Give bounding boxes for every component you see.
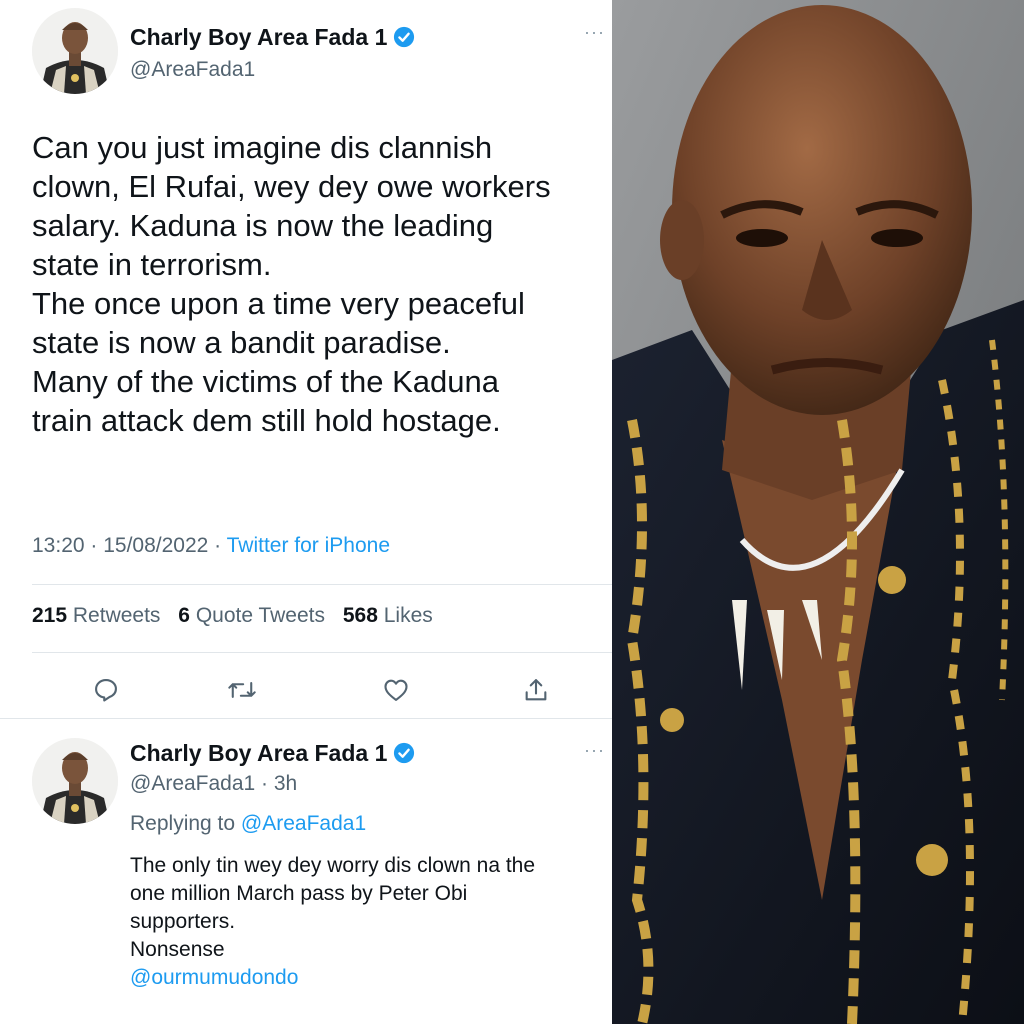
divider: [0, 718, 612, 719]
share-button[interactable]: [516, 670, 556, 710]
divider: [32, 652, 612, 653]
reply-author-avatar[interactable]: [32, 738, 118, 824]
reply-text-line: supporters.: [130, 910, 236, 933]
reply-text-line: The only tin wey dey worry dis clown na …: [130, 854, 536, 877]
author-avatar[interactable]: [32, 8, 118, 94]
tweet-source[interactable]: Twitter for iPhone: [227, 534, 390, 557]
tweet-text-line: state in terrorism.: [32, 247, 272, 282]
tweet-screenshot-panel: Charly Boy Area Fada 1 @AreaFada1 ··· Ca…: [0, 0, 612, 1024]
replying-to-label: Replying to: [130, 812, 241, 835]
tweet-text-line: Many of the victims of the Kaduna: [32, 364, 499, 399]
reply-mention[interactable]: @ourmumudondo: [130, 964, 612, 992]
reply-text-line: Nonsense: [130, 938, 225, 961]
tweet-text-line: train attack dem still hold hostage.: [32, 403, 501, 438]
like-icon: [384, 679, 408, 701]
tweet-text: Can you just imagine dis clannish clown,…: [32, 128, 612, 440]
tweet-stats: 215 Retweets 6 Quote Tweets 568 Likes: [32, 604, 445, 628]
reply-text: The only tin wey dey worry dis clown na …: [130, 852, 612, 992]
tweet-time[interactable]: 13:20 · 15/08/2022 ·: [32, 534, 227, 557]
more-icon[interactable]: ···: [584, 22, 605, 43]
tweet-timestamp: 13:20 · 15/08/2022 · Twitter for iPhone: [32, 534, 390, 558]
tweet-text-line: Can you just imagine dis clannish: [32, 130, 493, 165]
reply-text-line: one million March pass by Peter Obi: [130, 882, 468, 905]
likes-count: 568: [342, 604, 378, 627]
tweet-actions: [0, 670, 612, 710]
quotes-stat[interactable]: 6 Quote Tweets: [178, 604, 325, 627]
share-icon: [525, 679, 547, 701]
reply-handle-time[interactable]: @AreaFada1 · 3h: [130, 772, 297, 796]
replying-to: Replying to @AreaFada1: [130, 812, 366, 836]
retweets-count: 215: [32, 604, 68, 627]
retweet-button[interactable]: [222, 670, 262, 710]
reply-author-name[interactable]: Charly Boy Area Fada 1: [130, 740, 415, 767]
reply-author-name-text: Charly Boy Area Fada 1: [130, 740, 388, 766]
reply-icon: [95, 679, 117, 702]
more-icon[interactable]: ···: [584, 740, 605, 761]
author-handle[interactable]: @AreaFada1: [130, 58, 255, 82]
like-button[interactable]: [376, 670, 416, 710]
tweet-text-line: salary. Kaduna is now the leading: [32, 208, 494, 243]
tweet-text-line: state is now a bandit paradise.: [32, 325, 451, 360]
replying-to-mention[interactable]: @AreaFada1: [241, 812, 366, 835]
retweets-label: Retweets: [72, 604, 161, 627]
retweets-stat[interactable]: 215 Retweets: [32, 604, 160, 627]
reply-button[interactable]: [86, 670, 126, 710]
verified-badge-icon: [394, 742, 415, 764]
verified-badge-icon: [394, 26, 415, 48]
tweet-text-line: clown, El Rufai, wey dey owe workers: [32, 169, 551, 204]
author-name[interactable]: Charly Boy Area Fada 1: [130, 24, 415, 51]
divider: [32, 584, 612, 585]
quotes-count: 6: [178, 604, 190, 627]
portrait-photo: [612, 0, 1024, 1024]
likes-label: Likes: [383, 604, 433, 627]
likes-stat[interactable]: 568 Likes: [343, 604, 433, 627]
retweet-icon: [228, 682, 256, 698]
quotes-label: Quote Tweets: [195, 604, 326, 627]
tweet-text-line: The once upon a time very peaceful: [32, 286, 525, 321]
author-name-text: Charly Boy Area Fada 1: [130, 24, 388, 50]
